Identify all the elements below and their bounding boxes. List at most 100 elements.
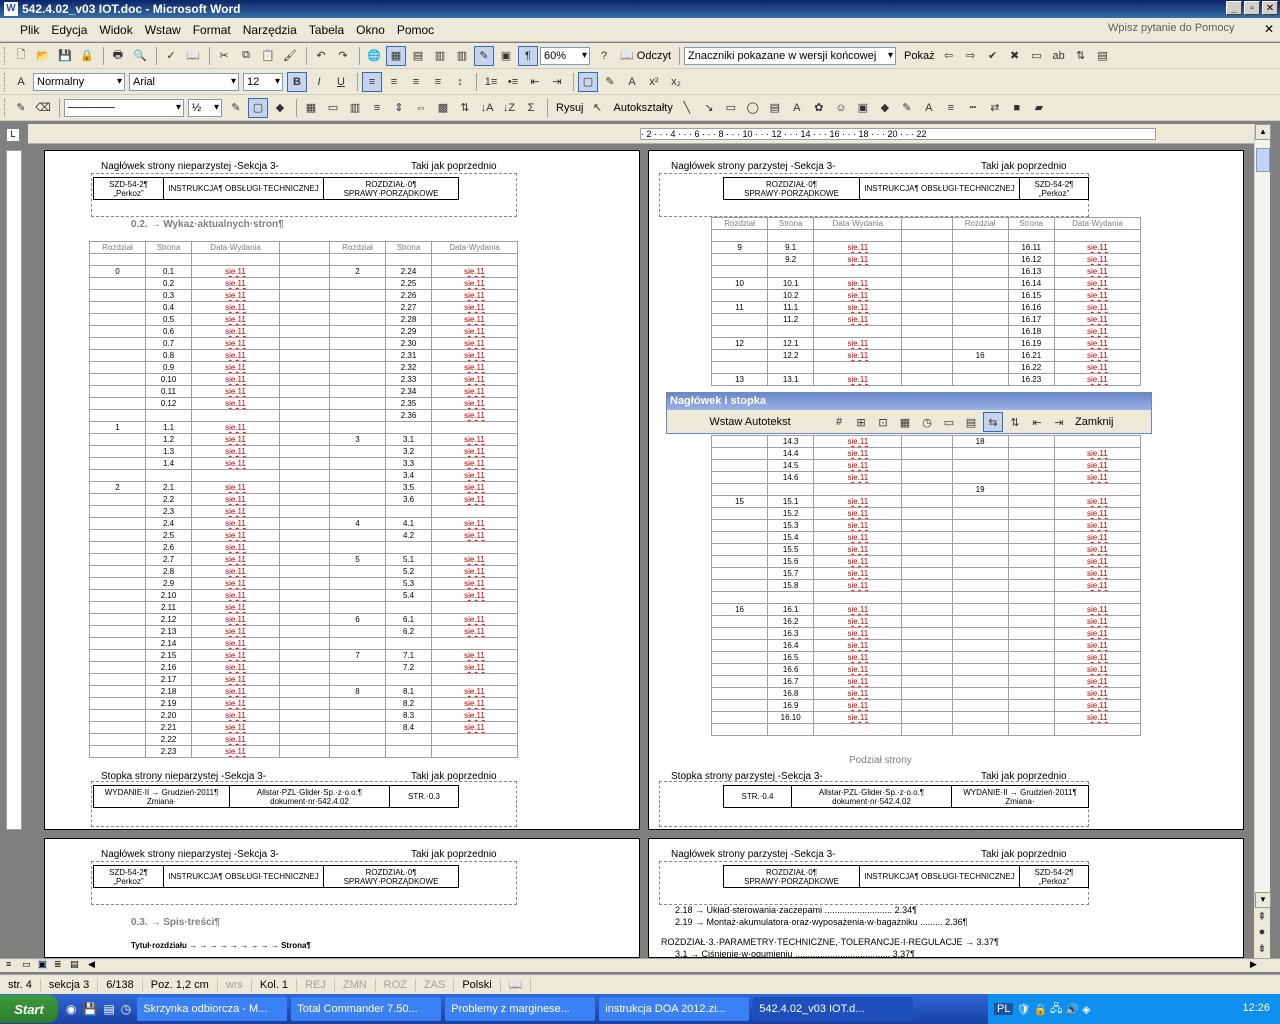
next-change-icon[interactable]: ⇨	[961, 46, 981, 66]
scroll-up-icon[interactable]: ▲	[1255, 124, 1271, 140]
increase-indent-icon[interactable]: ⇥	[547, 72, 567, 92]
justify-icon[interactable]: ≡	[428, 72, 448, 92]
decrease-indent-icon[interactable]: ⇤	[525, 72, 545, 92]
page-even[interactable]: Nagłówek strony parzystej -Sekcja 3- Tak…	[648, 150, 1244, 830]
open-folder-icon[interactable]: 📂	[33, 46, 53, 66]
shadow-icon[interactable]: ■	[1007, 98, 1027, 118]
print-layout-icon[interactable]: ▣	[38, 959, 47, 970]
toolbar-grip[interactable]	[4, 46, 7, 65]
subscript-icon[interactable]: x₂	[666, 72, 686, 92]
numbering-icon[interactable]: 1≡	[481, 72, 501, 92]
menu-plik[interactable]: Plik	[14, 21, 45, 39]
menu-okno[interactable]: Okno	[350, 21, 391, 39]
status-overtype[interactable]: ZAS	[416, 978, 455, 991]
bold-button[interactable]: B	[287, 71, 307, 92]
insert-autotext-button[interactable]: Wstaw Autotekst	[675, 416, 825, 428]
save-icon[interactable]: 💾	[55, 46, 75, 66]
draw-menu-button[interactable]: Rysuj	[556, 102, 584, 114]
rectangle-icon[interactable]: ▭	[721, 98, 741, 118]
explorer-icon[interactable]: ▤	[103, 1002, 114, 1016]
show-previous-icon[interactable]: ⇤	[1027, 412, 1047, 432]
shield-icon[interactable]: 🛡	[1016, 1003, 1030, 1016]
close-header-footer-button[interactable]: Zamknij	[1075, 416, 1114, 428]
document-map-icon[interactable]: ▣	[496, 46, 516, 66]
vertical-ruler[interactable]	[6, 150, 22, 830]
underline-button[interactable]: U	[331, 72, 351, 92]
arrow-style-icon[interactable]: ⇄	[985, 98, 1005, 118]
next-page-icon[interactable]: ⇟	[1254, 940, 1270, 956]
arrow-icon[interactable]: ↘	[699, 98, 719, 118]
distribute-rows-icon[interactable]: ⇕	[389, 98, 409, 118]
scroll-down-icon[interactable]: ▼	[1255, 892, 1271, 908]
merge-cells-icon[interactable]: ▭	[323, 98, 343, 118]
spelling-icon[interactable]: ✓	[161, 46, 181, 66]
dash-style-icon[interactable]: ┅	[963, 98, 983, 118]
menu-narzedzia[interactable]: Narzędzia	[237, 21, 303, 39]
autoshapes-menu-button[interactable]: Autokształty	[614, 102, 673, 114]
sort-ascending-icon[interactable]: ↓A	[477, 98, 497, 118]
lock-icon[interactable]: 🔒	[1033, 1003, 1047, 1016]
network-icon[interactable]: 🖧	[1050, 1000, 1062, 1019]
volume-icon[interactable]: 🔊	[1065, 1003, 1079, 1016]
select-objects-icon[interactable]: ↖	[588, 98, 608, 118]
menu-wstaw[interactable]: Wstaw	[139, 21, 187, 39]
line-style-select[interactable]: ──────	[64, 98, 184, 117]
document-close-icon[interactable]: ✕	[1264, 22, 1274, 36]
browse-object-icon[interactable]: ●	[1254, 924, 1270, 940]
undo-icon[interactable]: ↶	[311, 46, 331, 66]
toolbar-grip[interactable]	[4, 72, 7, 91]
hyperlink-icon[interactable]: 🌐	[364, 46, 384, 66]
track-changes-icon[interactable]: ⇅	[1071, 46, 1091, 66]
time-icon[interactable]: ◷	[917, 412, 937, 432]
horizontal-ruler[interactable]: · 2 · · · 4 · · · 6 · · · 8 · · · 10 · ·…	[28, 124, 1254, 144]
firefox-icon[interactable]: ◉	[66, 1002, 76, 1016]
start-button[interactable]: Start	[0, 995, 58, 1023]
switch-header-footer-icon[interactable]: ⇅	[1005, 412, 1025, 432]
markup-display-select[interactable]: Znaczniki pokazane w wersji końcowej	[684, 46, 896, 65]
diagram-icon[interactable]: ✿	[809, 98, 829, 118]
word-app-icon[interactable]: W	[4, 2, 18, 16]
fill-color-icon[interactable]: ◆	[875, 98, 895, 118]
scroll-left-icon[interactable]: ◀	[88, 959, 95, 970]
print-preview-icon[interactable]: 🔍	[130, 46, 150, 66]
permission-icon[interactable]: 🔒	[77, 46, 97, 66]
help-icon[interactable]: ?	[594, 46, 614, 66]
language-indicator[interactable]: PL	[994, 1003, 1014, 1015]
status-record[interactable]: REJ	[297, 978, 335, 991]
tab-selector-icon[interactable]: L	[6, 128, 20, 142]
font-select[interactable]: Arial	[129, 72, 239, 91]
autosum-icon[interactable]: Σ	[521, 98, 541, 118]
format-painter-icon[interactable]: 🖌	[280, 46, 300, 66]
copy-icon[interactable]: ⧉	[236, 46, 256, 66]
toolbar-grip[interactable]	[4, 98, 7, 117]
line-color-icon[interactable]: ✎	[897, 98, 917, 118]
styles-formatting-icon[interactable]: A	[11, 72, 31, 92]
bullets-icon[interactable]: •≡	[503, 72, 523, 92]
outline-view-icon[interactable]: ≣	[54, 959, 62, 970]
menu-tabela[interactable]: Tabela	[303, 21, 350, 39]
textbox-icon[interactable]: ▤	[765, 98, 785, 118]
menu-format[interactable]: Format	[187, 21, 237, 39]
header-footer-toolbar[interactable]: Nagłówek i stopka Wstaw Autotekst # ⊞ ⊡ …	[666, 392, 1152, 434]
style-select[interactable]: Normalny	[33, 72, 125, 91]
research-icon[interactable]: 📖	[183, 46, 203, 66]
draw-table-icon[interactable]: ✎	[11, 98, 31, 118]
show-formatting-icon[interactable]: ¶	[518, 45, 538, 66]
task-word[interactable]: 542.4.02_v03 IOT.d...	[753, 997, 914, 1021]
accept-change-icon[interactable]: ✔	[983, 46, 1003, 66]
vertical-scrollbar[interactable]: ▲ ▼	[1254, 124, 1271, 908]
task-winrar[interactable]: instrukcja DOA 2012.zi...	[599, 997, 750, 1021]
minimize-button[interactable]: _	[1226, 1, 1242, 15]
reading-view-icon[interactable]: ▤	[70, 959, 79, 970]
drawing-icon[interactable]: ✎	[474, 45, 494, 66]
menu-pomoc[interactable]: Pomoc	[391, 21, 440, 39]
columns-icon[interactable]: ▥	[452, 46, 472, 66]
status-language[interactable]: Polski	[454, 978, 501, 991]
distribute-cols-icon[interactable]: ⇔	[411, 98, 431, 118]
date-icon[interactable]: ▦	[895, 412, 915, 432]
align-center-icon[interactable]: ≡	[384, 72, 404, 92]
page-setup-icon[interactable]: ▭	[939, 412, 959, 432]
highlight-icon[interactable]: ab	[1049, 46, 1069, 66]
superscript-icon[interactable]: x²	[644, 72, 664, 92]
align-cell-icon[interactable]: ≡	[367, 98, 387, 118]
